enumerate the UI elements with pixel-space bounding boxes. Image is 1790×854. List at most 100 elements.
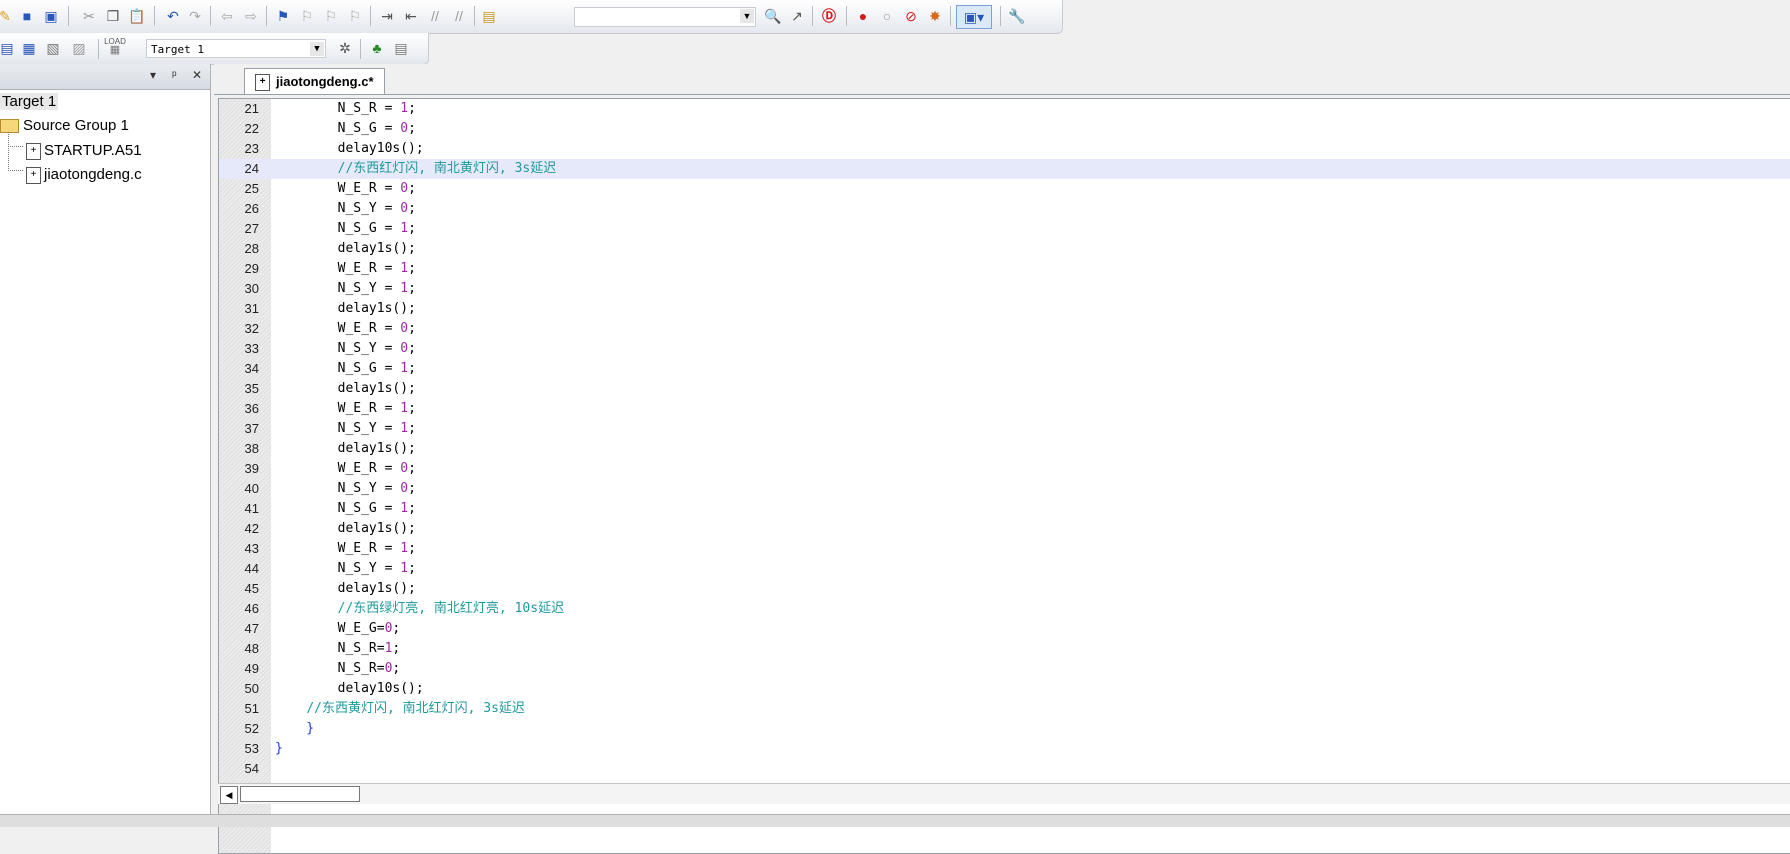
tree-file-main[interactable]: + jiaotongdeng.c xyxy=(26,166,142,184)
code-line[interactable]: 32 W_E_R = 0; xyxy=(219,319,1790,339)
save-icon[interactable]: ■ xyxy=(16,5,38,27)
breakpoint-icon[interactable]: ● xyxy=(852,5,874,27)
code-text: N_S_Y = 1; xyxy=(275,421,416,436)
code-line[interactable]: 38 delay1s(); xyxy=(219,439,1790,459)
code-text: N_S_Y = 1; xyxy=(275,281,416,296)
code-line[interactable]: 42 delay1s(); xyxy=(219,519,1790,539)
find-combo[interactable]: ▼ xyxy=(574,7,756,27)
code-line[interactable]: 33 N_S_Y = 0; xyxy=(219,339,1790,359)
code-line[interactable]: 23 delay10s(); xyxy=(219,139,1790,159)
translate-icon[interactable]: ▤ xyxy=(0,37,18,59)
build-icon[interactable]: ▦ xyxy=(18,37,40,59)
search-icon[interactable]: 🔍 xyxy=(762,5,784,27)
chevron-down-icon[interactable]: ▼ xyxy=(740,9,754,23)
forward-icon[interactable]: ⇨ xyxy=(240,5,262,27)
paste-icon[interactable]: 📋 xyxy=(126,5,148,27)
code-line[interactable]: 45 delay1s(); xyxy=(219,579,1790,599)
code-line[interactable]: 41 N_S_G = 1; xyxy=(219,499,1790,519)
code-line[interactable]: 47 W_E_G=0; xyxy=(219,619,1790,639)
pin-icon[interactable]: ᵖ xyxy=(172,68,177,82)
chevron-down-icon[interactable]: ▼ xyxy=(310,42,324,56)
select-packs-icon[interactable]: ▤ xyxy=(390,37,412,59)
uncomment-icon[interactable]: // xyxy=(448,5,470,27)
code-line[interactable]: 25 W_E_R = 0; xyxy=(219,179,1790,199)
incremental-find-icon[interactable]: ↗ xyxy=(786,5,808,27)
unindent-icon[interactable]: ⇤ xyxy=(400,5,422,27)
code-line[interactable]: 37 N_S_Y = 1; xyxy=(219,419,1790,439)
code-line[interactable]: 52 } xyxy=(219,719,1790,739)
code-text: delay1s(); xyxy=(275,581,416,596)
code-line[interactable]: 21 N_S_R = 1; xyxy=(219,99,1790,119)
copy-icon[interactable]: ❐ xyxy=(102,5,124,27)
code-text: W_E_R = 0; xyxy=(275,321,416,336)
find-in-files-icon[interactable]: ▤ xyxy=(478,5,500,27)
code-line[interactable]: 51 //东西黄灯闪, 南北红灯闪, 3s延迟 xyxy=(219,699,1790,719)
target-options-icon[interactable]: ✲ xyxy=(334,37,356,59)
build-toolbar: ▤ ▦ ▧ ▨ LOAD ▦ Target 1 ▼ ✲ ♣ ▤ xyxy=(0,33,429,65)
redo-icon[interactable]: ↷ xyxy=(184,5,206,27)
scroll-left-icon[interactable]: ◀ xyxy=(220,786,238,804)
scrollbar-thumb[interactable] xyxy=(240,786,360,802)
debug-icon[interactable]: Ⓓ xyxy=(818,5,840,27)
next-bookmark-icon[interactable]: ⚐ xyxy=(320,5,342,27)
code-line[interactable]: 48 N_S_R=1; xyxy=(219,639,1790,659)
code-line[interactable]: 40 N_S_Y = 0; xyxy=(219,479,1790,499)
tab-jiaotongdeng[interactable]: + jiaotongdeng.c* xyxy=(244,68,385,95)
new-file-icon[interactable]: ✎ xyxy=(0,5,16,27)
code-line[interactable]: 27 N_S_G = 1; xyxy=(219,219,1790,239)
save-all-icon[interactable]: ▣ xyxy=(40,5,62,27)
kill-breakpoints-icon[interactable]: ⊘ xyxy=(900,5,922,27)
line-number: 29 xyxy=(244,261,259,276)
code-line[interactable]: 28 delay1s(); xyxy=(219,239,1790,259)
code-text: delay1s(); xyxy=(275,521,416,536)
code-line[interactable]: 50 delay10s(); xyxy=(219,679,1790,699)
code-line[interactable]: 29 W_E_R = 1; xyxy=(219,259,1790,279)
code-line[interactable]: 44 N_S_Y = 1; xyxy=(219,559,1790,579)
indent-icon[interactable]: ⇥ xyxy=(376,5,398,27)
code-text: } xyxy=(275,721,315,736)
disable-breakpoint-icon[interactable]: ○ xyxy=(876,5,898,27)
code-line[interactable]: 22 N_S_G = 0; xyxy=(219,119,1790,139)
manage-components-icon[interactable]: ♣ xyxy=(366,37,388,59)
horizontal-scrollbar[interactable]: ◀ xyxy=(218,783,1790,804)
line-number: 46 xyxy=(244,601,259,616)
code-line[interactable]: 53} xyxy=(219,739,1790,759)
code-line[interactable]: 24 //东西红灯闪, 南北黄灯闪, 3s延迟 xyxy=(219,159,1790,179)
code-line[interactable]: 26 N_S_Y = 0; xyxy=(219,199,1790,219)
undo-icon[interactable]: ↶ xyxy=(162,5,184,27)
rebuild-icon[interactable]: ▧ xyxy=(42,37,64,59)
load-button[interactable]: LOAD ▦ xyxy=(104,35,126,57)
tree-file-startup[interactable]: + STARTUP.A51 xyxy=(26,142,142,160)
code-line[interactable]: 35 delay1s(); xyxy=(219,379,1790,399)
code-line[interactable]: 46 //东西绿灯亮, 南北红灯亮, 10s延迟 xyxy=(219,599,1790,619)
code-editor[interactable]: 21 N_S_R = 1; 22 N_S_G = 0; 23 delay10s();… xyxy=(218,98,1790,854)
settings-icon[interactable]: 🔧 xyxy=(1006,5,1028,27)
separator xyxy=(474,6,475,26)
code-line[interactable]: 30 N_S_Y = 1; xyxy=(219,279,1790,299)
back-icon[interactable]: ⇦ xyxy=(216,5,238,27)
bookmark-icon[interactable]: ⚑ xyxy=(272,5,294,27)
window-icon[interactable]: ▣▾ xyxy=(956,5,992,29)
code-line[interactable]: 31 delay1s(); xyxy=(219,299,1790,319)
code-line[interactable]: 34 N_S_G = 1; xyxy=(219,359,1790,379)
enable-breakpoints-icon[interactable]: ✸ xyxy=(924,5,946,27)
code-line[interactable]: 39 W_E_R = 0; xyxy=(219,459,1790,479)
code-line[interactable]: 49 N_S_R=0; xyxy=(219,659,1790,679)
target-select[interactable]: Target 1 ▼ xyxy=(146,39,326,58)
code-line[interactable]: 36 W_E_R = 1; xyxy=(219,399,1790,419)
file-icon: + xyxy=(26,142,41,160)
chevron-down-icon[interactable]: ▾ xyxy=(150,68,156,82)
clear-bookmarks-icon[interactable]: ⚐ xyxy=(344,5,366,27)
line-number: 43 xyxy=(244,541,259,556)
line-number: 35 xyxy=(244,381,259,396)
code-text: N_S_Y = 0; xyxy=(275,481,416,496)
prev-bookmark-icon[interactable]: ⚐ xyxy=(296,5,318,27)
code-text: N_S_R = 1; xyxy=(275,101,416,116)
code-line[interactable]: 54 xyxy=(219,759,1790,779)
tree-target[interactable]: Target 1 xyxy=(0,93,59,110)
comment-icon[interactable]: // xyxy=(424,5,446,27)
cut-icon[interactable]: ✂ xyxy=(78,5,100,27)
close-icon[interactable]: ✕ xyxy=(192,68,202,82)
code-line[interactable]: 43 W_E_R = 1; xyxy=(219,539,1790,559)
stop-build-icon[interactable]: ▨ xyxy=(68,37,90,59)
